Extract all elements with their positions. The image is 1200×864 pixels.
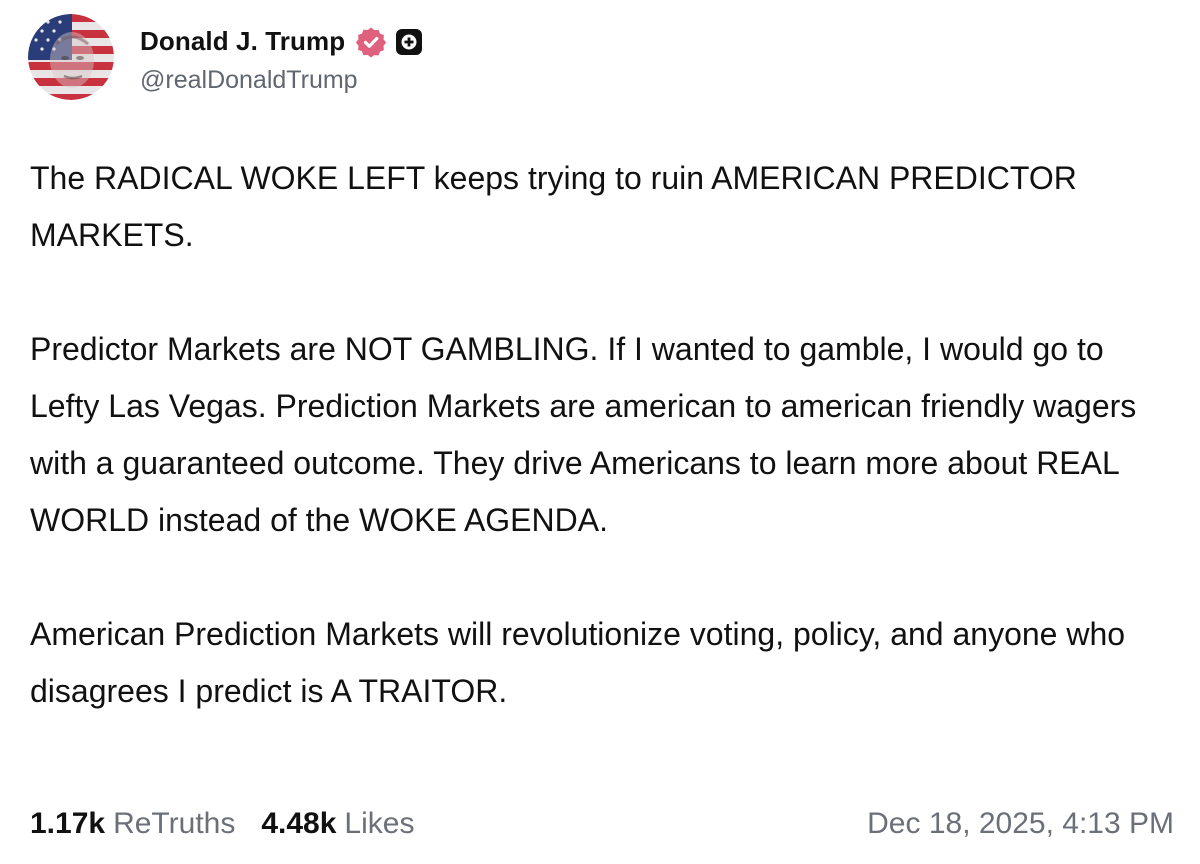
author-display-name[interactable]: Donald J. Trump	[140, 26, 345, 57]
flag-portrait-avatar-icon	[28, 14, 114, 100]
likes-label: Likes	[344, 807, 415, 840]
author-handle[interactable]: @realDonaldTrump	[140, 66, 423, 95]
post-paragraph: The RADICAL WOKE LEFT keeps trying to ru…	[30, 160, 1077, 253]
post-paragraph: American Prediction Markets will revolut…	[30, 616, 1126, 709]
plus-badge-icon	[395, 28, 423, 56]
post-footer: 1.17k ReTruths 4.48k Likes Dec 18, 2025,…	[30, 800, 1174, 848]
likes-stat[interactable]: 4.48k Likes	[261, 807, 414, 841]
post-body: The RADICAL WOKE LEFT keeps trying to ru…	[30, 150, 1180, 720]
retruths-label: ReTruths	[113, 807, 236, 840]
likes-count: 4.48k	[261, 807, 337, 840]
truth-post: Donald J. Trump @realDonaldTrump The RAD…	[0, 0, 1200, 864]
post-paragraph: Predictor Markets are NOT GAMBLING. If I…	[30, 331, 1137, 538]
retruths-count: 1.17k	[30, 807, 106, 840]
name-row: Donald J. Trump	[140, 20, 423, 64]
post-timestamp[interactable]: Dec 18, 2025, 4:13 PM	[867, 807, 1174, 841]
retruths-stat[interactable]: 1.17k ReTruths	[30, 807, 235, 841]
post-header: Donald J. Trump @realDonaldTrump	[28, 12, 423, 102]
author-names: Donald J. Trump @realDonaldTrump	[140, 20, 423, 95]
author-avatar[interactable]	[28, 14, 114, 100]
verified-badge-icon	[355, 26, 387, 58]
